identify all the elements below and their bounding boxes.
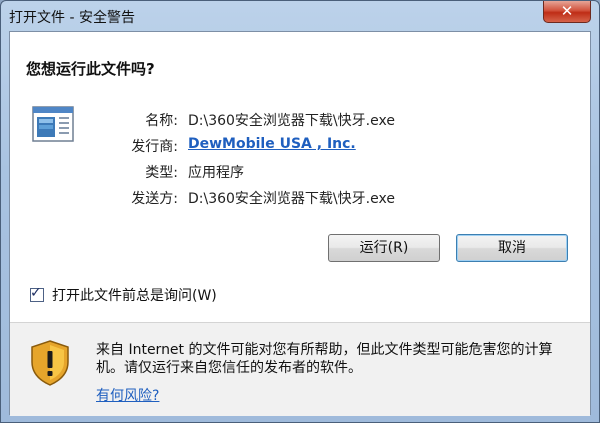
publisher-link[interactable]: DewMobile USA , Inc. (188, 136, 356, 152)
publisher-link-wrap: DewMobile USA , Inc. (188, 136, 356, 152)
dialog-question: 您想运行此文件吗? (26, 60, 155, 78)
dialog-client-area: 您想运行此文件吗? 名称: D:\360安全浏览器下载\快牙.exe 发行商: … (9, 31, 591, 416)
name-value: D:\360安全浏览器下载\快牙.exe (188, 113, 395, 129)
title-bar[interactable]: 打开文件 - 安全警告 ✕ (1, 1, 599, 31)
always-ask-label[interactable]: 打开此文件前总是询问(W) (52, 285, 217, 305)
from-value: D:\360安全浏览器下载\快牙.exe (188, 191, 395, 207)
always-ask-checkbox[interactable]: ✓ (30, 285, 44, 302)
from-label: 发送方: (131, 191, 178, 207)
publisher-label: 发行商: (131, 139, 178, 155)
checkmark-icon: ✓ (30, 285, 42, 301)
type-value: 应用程序 (188, 165, 244, 181)
warning-shield-icon (31, 340, 69, 386)
dialog-footer: 来自 Internet 的文件可能对您有所帮助，但此文件类型可能危害您的计算机。… (10, 323, 590, 416)
window-title: 打开文件 - 安全警告 (9, 10, 135, 26)
name-label: 名称: (145, 113, 178, 129)
security-warning-dialog: 打开文件 - 安全警告 ✕ 您想运行此文件吗? 名称: D:\360安全浏览器下… (0, 0, 600, 423)
executable-file-icon (32, 106, 74, 142)
close-icon: ✕ (560, 2, 574, 20)
type-label: 类型: (145, 165, 178, 181)
footer-warning-text: 来自 Internet 的文件可能对您有所帮助，但此文件类型可能危害您的计算机。… (96, 342, 553, 376)
what-is-the-risk-link[interactable]: 有何风险? (96, 385, 159, 405)
run-button[interactable]: 运行(R) (328, 234, 440, 262)
dialog-content: 您想运行此文件吗? 名称: D:\360安全浏览器下载\快牙.exe 发行商: … (10, 32, 590, 322)
cancel-button[interactable]: 取消 (456, 234, 568, 262)
close-button[interactable]: ✕ (543, 1, 591, 23)
